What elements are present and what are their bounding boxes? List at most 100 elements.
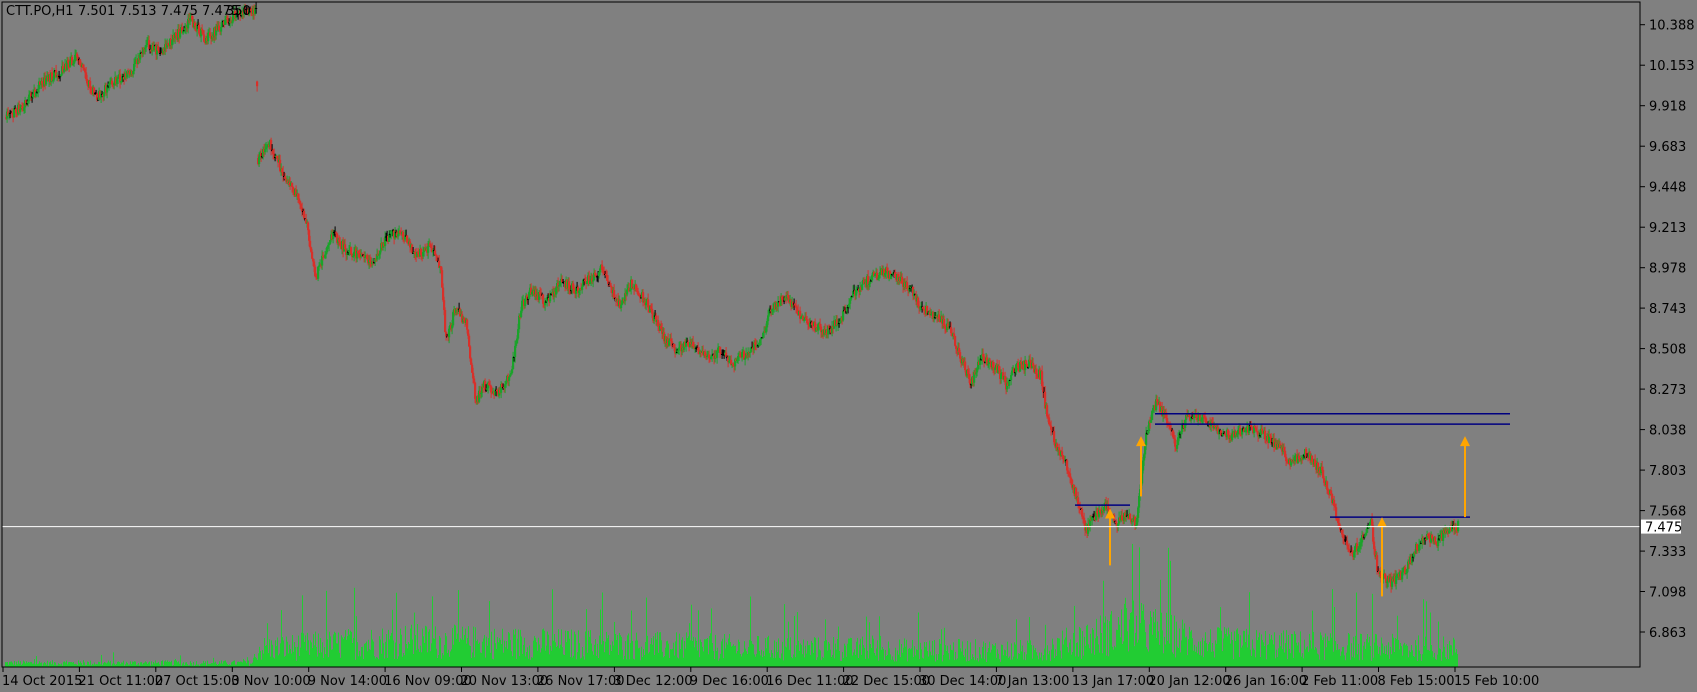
volume-bar: [1234, 631, 1235, 667]
volume-bar: [1121, 609, 1122, 667]
x-tick-label: 14 Oct 2015: [2, 674, 82, 689]
y-tick-label: 9.918: [1649, 100, 1686, 115]
volume-bar: [1446, 659, 1447, 667]
volume-bar: [1300, 631, 1301, 667]
volume-bar: [919, 659, 920, 667]
volume-bar: [397, 658, 398, 667]
volume-bar: [796, 645, 797, 667]
volume-bar: [1317, 653, 1318, 667]
volume-bar: [840, 660, 841, 667]
volume-bar: [1319, 659, 1320, 667]
volume-bar: [122, 662, 123, 667]
volume-bar: [1141, 603, 1142, 667]
volume-bar: [852, 655, 853, 667]
volume-bar: [1036, 652, 1037, 667]
volume-bar: [1413, 656, 1414, 667]
volume-bar: [1333, 651, 1334, 667]
volume-bar: [653, 636, 654, 667]
volume-bar: [1220, 607, 1221, 667]
volume-bar: [874, 653, 875, 667]
volume-bar: [900, 657, 901, 667]
candle-body: [1231, 434, 1234, 441]
y-tick-label: 8.038: [1649, 424, 1686, 439]
candle-body: [1176, 444, 1179, 449]
volume-bar: [107, 662, 108, 667]
volume-bar: [234, 660, 235, 667]
volume-bar: [1211, 651, 1212, 667]
x-tick-label: 26 Nov 17:00: [537, 674, 625, 689]
volume-bar: [386, 634, 387, 667]
volume-bar: [720, 653, 721, 667]
volume-bar: [1415, 640, 1416, 667]
x-tick-label: 13 Jan 17:00: [1072, 674, 1154, 689]
volume-bar: [1170, 560, 1171, 667]
volume-bar: [614, 621, 615, 667]
volume-bar: [402, 656, 403, 667]
volume-bar: [1454, 639, 1455, 667]
volume-bar: [1362, 659, 1363, 667]
volume-bar: [1376, 634, 1377, 667]
volume-bar: [460, 638, 461, 667]
volume-bar: [675, 641, 676, 667]
volume-bar: [822, 656, 823, 667]
volume-bar: [252, 662, 253, 667]
volume-bar: [775, 657, 776, 667]
volume-bar: [570, 657, 571, 667]
candle-body: [708, 354, 711, 359]
volume-bar: [415, 635, 416, 667]
volume-bar: [546, 645, 547, 667]
volume-bar: [1328, 640, 1329, 667]
volume-bar: [619, 632, 620, 667]
volume-bar: [1428, 649, 1429, 667]
volume-bar: [726, 642, 727, 667]
volume-bar: [1129, 619, 1130, 667]
volume-bar: [1056, 656, 1057, 667]
volume-bar: [774, 640, 775, 667]
volume-bar: [895, 647, 896, 667]
volume-bar: [501, 644, 502, 667]
volume-bar: [819, 649, 820, 667]
volume-bar: [1026, 654, 1027, 667]
volume-bar: [983, 641, 984, 667]
volume-bar: [590, 630, 591, 667]
volume-bar: [891, 659, 892, 667]
volume-bar: [831, 657, 832, 667]
volume-bar: [1360, 633, 1361, 667]
volume-bar: [549, 654, 550, 667]
volume-bar: [1278, 648, 1279, 667]
volume-bar: [860, 638, 861, 667]
volume-bar: [544, 630, 545, 667]
volume-bar: [458, 590, 459, 667]
volume-bar: [638, 648, 639, 667]
volume-bar: [1197, 653, 1198, 667]
candlestick-chart[interactable]: 10.388 10.153 9.918 9.683 9.448 9.213 8.978 8.7…: [0, 0, 1697, 692]
volume-bar: [1068, 652, 1069, 667]
volume-bar: [1092, 628, 1093, 667]
volume-bar: [687, 638, 688, 667]
volume-bar: [856, 641, 857, 667]
volume-bar: [171, 660, 172, 667]
volume-bar: [943, 654, 944, 667]
volume-bar: [191, 663, 192, 667]
volume-bar: [178, 661, 179, 667]
volume-bar: [1188, 639, 1189, 667]
candle-body: [291, 182, 294, 187]
volume-bar: [1442, 651, 1443, 667]
price-chart-window[interactable]: 10.388 10.153 9.918 9.683 9.448 9.213 8.978 8.7…: [0, 0, 1697, 692]
volume-bar: [1094, 654, 1095, 667]
volume-bar: [126, 661, 127, 667]
volume-bar: [971, 659, 972, 667]
x-tick-label: 15 Feb 10:00: [1454, 674, 1539, 689]
volume-bar: [789, 649, 790, 667]
volume-bar: [1427, 649, 1428, 667]
volume-bar: [747, 654, 748, 667]
volume-bar: [262, 650, 263, 667]
volume-bar: [1131, 612, 1132, 667]
volume-bar: [318, 633, 319, 667]
volume-bar: [978, 661, 979, 667]
volume-bar: [444, 644, 445, 667]
volume-bar: [1164, 636, 1165, 667]
volume-bar: [1402, 655, 1403, 667]
volume-bar: [1244, 631, 1245, 667]
volume-bar: [1399, 649, 1400, 667]
